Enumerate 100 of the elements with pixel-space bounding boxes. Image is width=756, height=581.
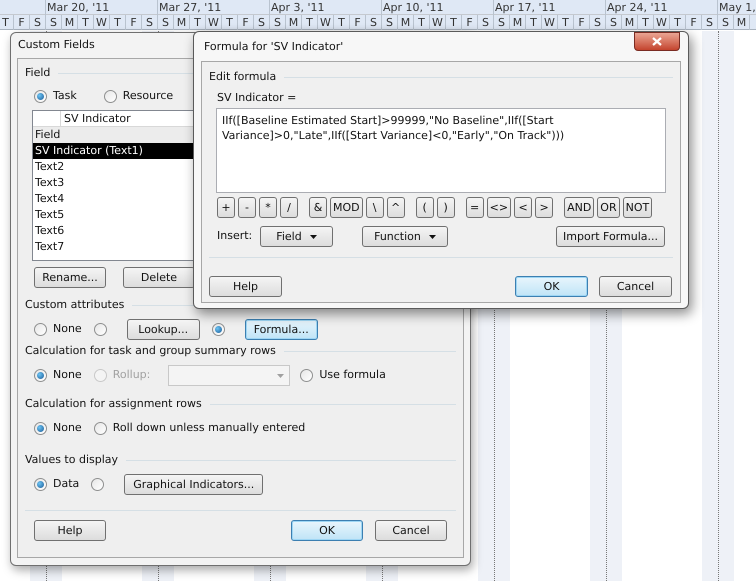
day-label: T	[110, 15, 126, 30]
day-label: T	[414, 15, 430, 30]
day-label: S	[478, 15, 494, 30]
day-label: T	[222, 15, 238, 30]
dialog-button[interactable]: Cancel	[599, 276, 672, 297]
operator-button[interactable]: &	[309, 197, 327, 218]
day-label: F	[14, 15, 30, 30]
day-label: S	[366, 15, 382, 30]
dialog-button[interactable]: OK	[291, 520, 363, 541]
day-label: T	[558, 15, 574, 30]
day-label: T	[190, 15, 206, 30]
dialog-title: Custom Fields	[18, 38, 95, 51]
radio-button[interactable]	[34, 90, 47, 102]
formula-label: SV Indicator =	[217, 91, 296, 105]
option-button[interactable]: Lookup...	[126, 319, 200, 340]
day-label: S	[494, 15, 510, 30]
formula-textarea[interactable]: IIf([Baseline Estimated Start]>99999,"No Baseline",IIf([Start Variance]>0,"Late",IIf([Start Variance]<0,"Early","On Track")))	[216, 108, 666, 193]
day-label: F	[350, 15, 366, 30]
day-label: F	[686, 15, 702, 30]
option-button[interactable]: Graphical Indicators...	[124, 474, 264, 495]
radio-button[interactable]	[34, 323, 47, 336]
day-label: M	[622, 15, 638, 30]
option-label: None	[53, 321, 82, 338]
dialog-button[interactable]: Help	[34, 520, 106, 541]
operator-button[interactable]: <>	[486, 197, 512, 218]
radio-button[interactable]	[34, 369, 47, 382]
operator-button[interactable]: /	[280, 197, 298, 218]
operator-button[interactable]: \	[366, 197, 384, 218]
option-label: Resource	[122, 88, 174, 104]
operator-button[interactable]: *	[259, 197, 277, 218]
radio-button[interactable]	[212, 323, 225, 336]
group-label: Calculation for task and group summary rows	[25, 342, 276, 359]
day-label: S	[46, 15, 62, 30]
operator-button[interactable]: =	[466, 197, 484, 218]
radio-button[interactable]	[104, 90, 117, 102]
day-label: S	[254, 15, 270, 30]
operator-button[interactable]: <	[514, 197, 532, 218]
operator-button[interactable]: >	[535, 197, 554, 218]
day-label: S	[702, 15, 718, 30]
close-icon	[652, 37, 662, 46]
dropdown-arrow-icon	[277, 374, 284, 378]
option-label: None	[53, 367, 82, 384]
radio-button[interactable]	[34, 478, 47, 491]
radio-button[interactable]	[300, 369, 314, 382]
caret-icon	[428, 234, 436, 238]
day-label: F	[126, 15, 142, 30]
day-label: T	[0, 15, 14, 30]
list-button[interactable]: Delete	[123, 267, 195, 288]
option-label: None	[53, 420, 82, 436]
operator-button[interactable]: )	[436, 197, 455, 218]
day-label: W	[654, 15, 670, 30]
day-label: S	[718, 15, 734, 30]
day-label: S	[590, 15, 606, 30]
group-label: Edit formula	[209, 68, 276, 85]
operator-button[interactable]: +	[217, 197, 235, 218]
group-label: Field	[25, 64, 50, 81]
option-label: Roll down unless manually entered	[112, 420, 306, 436]
day-label: T	[334, 15, 350, 30]
radio-button[interactable]	[34, 422, 47, 435]
option-label: Task	[53, 88, 77, 104]
day-label: W	[430, 15, 446, 30]
day-label: W	[542, 15, 558, 30]
operator-button[interactable]: OR	[597, 197, 620, 218]
group-label: Custom attributes	[25, 296, 124, 313]
day-label: M	[510, 15, 526, 30]
day-label: W	[318, 15, 334, 30]
day-label: S	[158, 15, 174, 30]
radio-button[interactable]	[94, 323, 107, 336]
close-button[interactable]	[634, 32, 680, 51]
option-label: Use formula	[319, 367, 386, 384]
day-label: M	[734, 15, 750, 30]
radio-button[interactable]	[94, 422, 107, 435]
dialog-title: Formula for 'SV Indicator'	[203, 39, 344, 55]
day-label: F	[238, 15, 254, 30]
option-button[interactable]: Formula...	[244, 319, 318, 340]
radio-button[interactable]	[91, 478, 104, 491]
dialog-button[interactable]: Help	[209, 276, 282, 297]
list-button[interactable]: Rename...	[34, 267, 106, 288]
dialog-button[interactable]: Cancel	[375, 520, 447, 541]
operator-button[interactable]: ^	[386, 197, 405, 218]
day-label: T	[302, 15, 318, 30]
day-label: S	[382, 15, 398, 30]
insert-button[interactable]: Function	[362, 226, 448, 247]
insert-button[interactable]: Field	[260, 226, 333, 247]
day-label: W	[94, 15, 110, 30]
dialog-button[interactable]: OK	[515, 276, 588, 297]
option-label: Rollup:	[112, 367, 150, 384]
day-label: M	[174, 15, 190, 30]
day-label: F	[462, 15, 478, 30]
insert-button[interactable]: Import Formula...	[556, 226, 665, 247]
day-label: S	[30, 15, 46, 30]
operator-button[interactable]: MOD	[330, 197, 363, 218]
group-label: Values to display	[25, 452, 118, 468]
option-label: Data	[53, 476, 80, 492]
operator-button[interactable]: (	[416, 197, 434, 218]
day-label: M	[398, 15, 414, 30]
operator-button[interactable]: AND	[564, 197, 594, 218]
operator-button[interactable]: -	[238, 197, 256, 218]
operator-button[interactable]: NOT	[622, 197, 652, 218]
day-label: T	[670, 15, 686, 30]
